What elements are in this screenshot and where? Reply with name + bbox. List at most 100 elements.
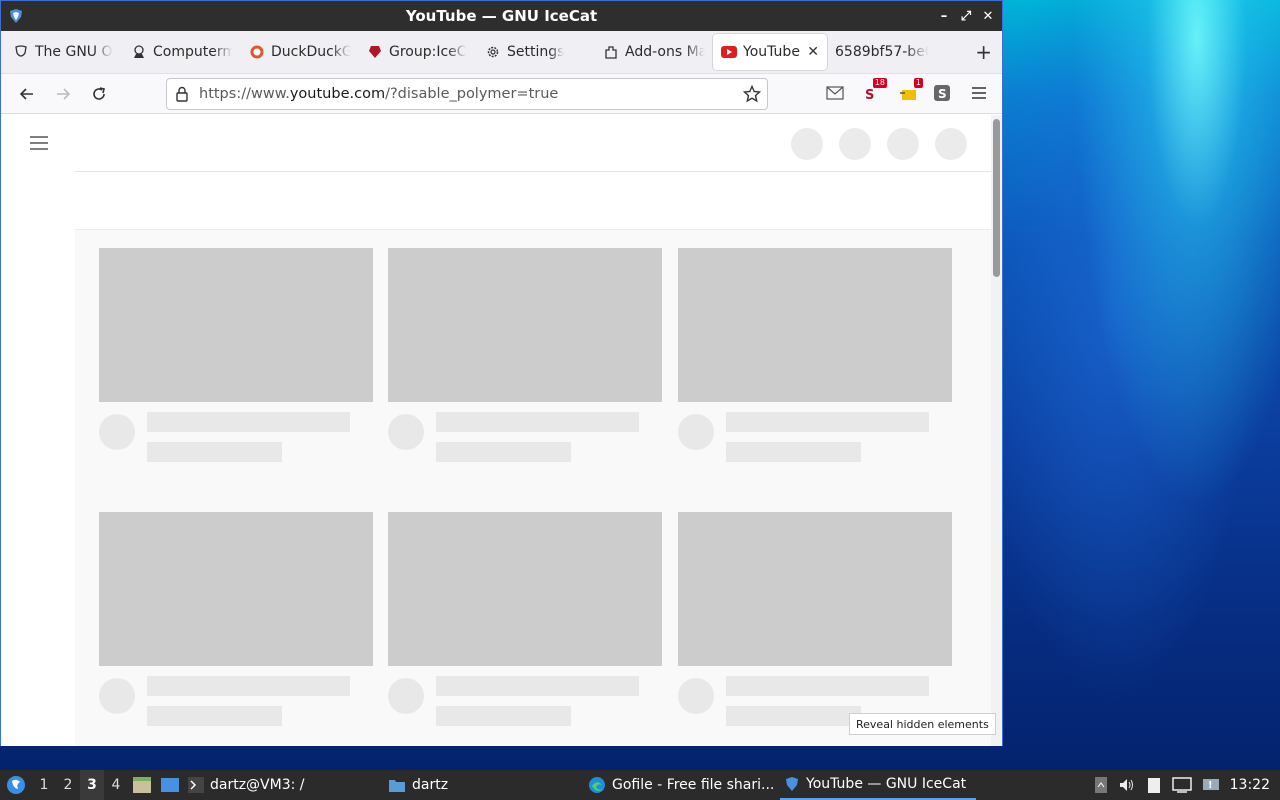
- tab-label: Settings: [507, 44, 565, 60]
- browser-window: YouTube — GNU IceCat – ⤢ ✕ The GNU O Com…: [0, 0, 1003, 746]
- title-placeholder: [147, 676, 350, 696]
- workspace-4[interactable]: 4: [104, 770, 128, 800]
- lock-icon: [176, 86, 188, 102]
- thumbnail-placeholder: [388, 512, 662, 666]
- window-titlebar: YouTube — GNU IceCat – ⤢ ✕: [1, 1, 1002, 31]
- close-tab-icon[interactable]: ✕: [807, 44, 819, 60]
- task-icecat[interactable]: YouTube — GNU IceCat: [780, 770, 976, 800]
- title-placeholder: [436, 676, 639, 696]
- start-menu-button[interactable]: [0, 770, 32, 800]
- tab-duckduckgo[interactable]: DuckDuckG: [241, 34, 359, 70]
- avatar-placeholder: [678, 678, 714, 714]
- hamburger-menu-icon[interactable]: [968, 82, 990, 104]
- meta-placeholder: [147, 706, 282, 726]
- maximize-button[interactable]: ⤢: [958, 8, 974, 24]
- notification-icon[interactable]: !: [1202, 776, 1220, 794]
- notes-extension-icon[interactable]: 1: [897, 78, 923, 104]
- tray-expand-icon[interactable]: [1094, 776, 1108, 794]
- title-placeholder: [436, 412, 639, 432]
- task-edge[interactable]: Gofile - Free file shari...: [584, 770, 780, 800]
- avatar-placeholder: [99, 414, 135, 450]
- s-extension-icon[interactable]: S: [931, 82, 953, 104]
- svg-text:S: S: [938, 87, 947, 101]
- mail-extension-icon[interactable]: [824, 82, 846, 104]
- computer-icon: [131, 44, 147, 60]
- video-card-placeholder[interactable]: [678, 512, 952, 726]
- tab-uuid[interactable]: 6589bf57-be0: [827, 34, 937, 70]
- tab-strip: The GNU O Computerm DuckDuckG Group:IceC…: [1, 31, 1002, 74]
- back-arrow-icon: [19, 87, 33, 100]
- vertical-scrollbar[interactable]: [991, 115, 1002, 746]
- minimize-button[interactable]: –: [936, 8, 952, 24]
- tab-youtube[interactable]: YouTube ✕: [713, 34, 827, 70]
- group-icon: [367, 44, 383, 60]
- reveal-hidden-elements-button[interactable]: Reveal hidden elements: [849, 713, 996, 735]
- extension-badge: 18: [872, 78, 887, 88]
- tab-addons[interactable]: Add-ons Ma: [595, 34, 713, 70]
- video-card-placeholder[interactable]: [99, 248, 373, 462]
- forward-button[interactable]: [45, 78, 81, 110]
- task-label: Gofile - Free file shari...: [612, 777, 775, 793]
- back-button[interactable]: [9, 78, 45, 110]
- puzzle-icon: [603, 44, 619, 60]
- window-title: YouTube — GNU IceCat: [405, 7, 598, 25]
- tab-label: Computerm: [153, 44, 233, 60]
- tab-group-icecat[interactable]: Group:IceC: [359, 34, 477, 70]
- workspace-1[interactable]: 1: [32, 770, 56, 800]
- placeholder-circle: [839, 128, 871, 160]
- thumbnail-placeholder: [678, 512, 952, 666]
- distro-logo-icon: [7, 776, 25, 794]
- gear-icon: [485, 44, 501, 60]
- close-button[interactable]: ✕: [980, 8, 996, 24]
- thumbnail-placeholder: [678, 248, 952, 402]
- title-placeholder: [726, 412, 929, 432]
- tab-label: 6589bf57-be0: [835, 44, 929, 60]
- video-card-placeholder[interactable]: [388, 248, 662, 462]
- title-placeholder: [726, 676, 929, 696]
- url-bar[interactable]: https://www.youtube.com/?disable_polymer…: [166, 78, 768, 110]
- task-label: YouTube — GNU IceCat: [806, 776, 967, 792]
- volume-icon[interactable]: [1118, 776, 1136, 794]
- navigation-toolbar: https://www.youtube.com/?disable_polymer…: [1, 74, 1002, 114]
- clipboard-icon[interactable]: [1146, 776, 1162, 794]
- guide-menu-icon[interactable]: [29, 135, 49, 155]
- url-text: https://www.youtube.com/?disable_polymer…: [199, 86, 559, 102]
- video-card-placeholder[interactable]: [388, 512, 662, 726]
- meta-placeholder: [147, 442, 282, 462]
- workspace-2[interactable]: 2: [56, 770, 80, 800]
- thumbnail-placeholder: [99, 248, 373, 402]
- workspace-3[interactable]: 3: [80, 770, 104, 800]
- placeholder-circle: [791, 128, 823, 160]
- avatar-placeholder: [388, 678, 424, 714]
- placeholder-circle: [887, 128, 919, 160]
- chip-bar: [75, 172, 991, 230]
- task-label: dartz@VM3: /: [210, 777, 305, 793]
- video-card-placeholder[interactable]: [99, 512, 373, 726]
- tab-settings[interactable]: Settings: [477, 34, 595, 70]
- bookmark-star-icon[interactable]: [743, 85, 761, 103]
- show-desktop-launcher[interactable]: [156, 770, 184, 800]
- placeholder-circle: [935, 128, 967, 160]
- reload-button[interactable]: [81, 78, 117, 110]
- task-folder[interactable]: dartz: [384, 770, 584, 800]
- extension-badge: 1: [913, 78, 923, 88]
- js-extension-icon[interactable]: S 18: [861, 78, 887, 104]
- taskbar: 1 2 3 4 dartz@VM3: / dartz Gofile - Free…: [0, 770, 1280, 800]
- scrollbar-thumb[interactable]: [993, 119, 1000, 277]
- video-grid: [75, 230, 991, 746]
- new-tab-button[interactable]: +: [975, 40, 992, 64]
- thumbnail-placeholder: [99, 512, 373, 666]
- duckduckgo-icon: [249, 44, 265, 60]
- tab-computerm[interactable]: Computerm: [123, 34, 241, 70]
- network-icon[interactable]: [1171, 776, 1192, 794]
- terminal-icon: [188, 777, 204, 793]
- task-terminal[interactable]: dartz@VM3: /: [184, 770, 384, 800]
- avatar-placeholder: [388, 414, 424, 450]
- video-card-placeholder[interactable]: [678, 248, 952, 462]
- icecat-icon[interactable]: [1, 8, 31, 24]
- folder-icon: [389, 780, 405, 792]
- tab-label: YouTube: [743, 44, 800, 60]
- tab-gnu[interactable]: The GNU O: [5, 34, 123, 70]
- edge-icon: [589, 777, 605, 793]
- file-manager-launcher[interactable]: [128, 770, 156, 800]
